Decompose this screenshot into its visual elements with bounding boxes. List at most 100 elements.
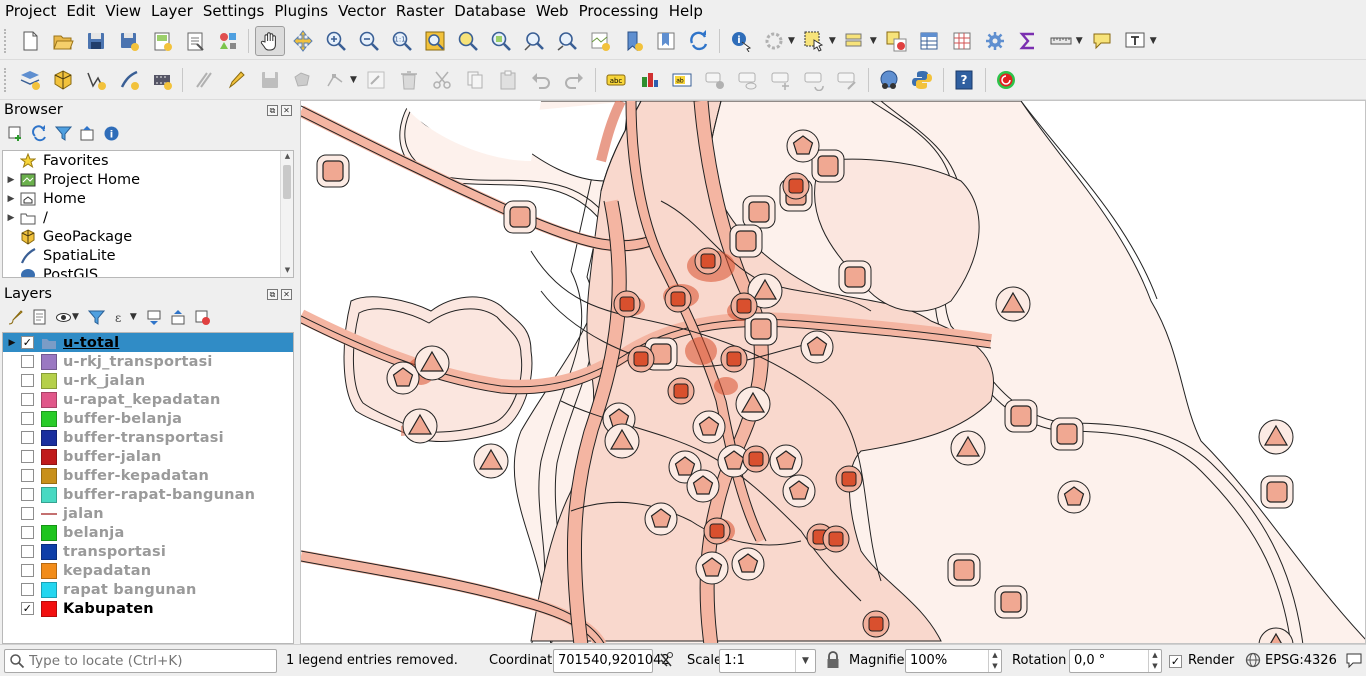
properties-info-icon[interactable]: i bbox=[102, 124, 120, 142]
zoom-full-icon[interactable] bbox=[420, 26, 450, 56]
dropdown-arrow[interactable]: ▼ bbox=[829, 36, 836, 46]
zoom-to-selection-icon[interactable] bbox=[453, 26, 483, 56]
dropdown-arrow[interactable]: ▼ bbox=[1076, 36, 1083, 46]
layout-manager-icon[interactable] bbox=[180, 26, 210, 56]
pan-hand-icon[interactable] bbox=[254, 25, 285, 56]
data-source-manager-icon[interactable] bbox=[15, 65, 45, 95]
dropdown-arrow[interactable]: ▼ bbox=[1150, 36, 1157, 46]
layer-row-belanja[interactable]: belanja bbox=[3, 523, 293, 542]
save-edits-icon[interactable] bbox=[255, 65, 285, 95]
new-spatialite-layer-icon[interactable] bbox=[114, 65, 144, 95]
browser-item-spatialite[interactable]: SpatiaLite bbox=[3, 246, 293, 265]
layer-visibility-checkbox[interactable] bbox=[21, 412, 34, 425]
menu-layer[interactable]: Layer bbox=[146, 0, 198, 22]
layer-visibility-checkbox[interactable] bbox=[21, 583, 34, 596]
menu-edit[interactable]: Edit bbox=[61, 0, 100, 22]
move-label-icon[interactable] bbox=[766, 65, 796, 95]
browser-item-home[interactable]: ▶ Home bbox=[3, 189, 293, 208]
rotation-spinbox[interactable]: 0,0 ° ▲ ▼ bbox=[1069, 649, 1162, 673]
layer-visibility-checkbox[interactable] bbox=[21, 564, 34, 577]
toolbar-grip[interactable] bbox=[4, 28, 8, 53]
layer-row-u-rkj-transportasi[interactable]: u-rkj_transportasi bbox=[3, 352, 293, 371]
layer-row-buffer-jalan[interactable]: buffer-jalan bbox=[3, 447, 293, 466]
add-group-icon[interactable] bbox=[30, 308, 48, 326]
redo-icon[interactable] bbox=[559, 65, 589, 95]
layer-visibility-checkbox[interactable] bbox=[21, 545, 34, 558]
zoom-native-icon[interactable]: 1:1 bbox=[387, 26, 417, 56]
menu-help[interactable]: Help bbox=[664, 0, 708, 22]
menu-raster[interactable]: Raster bbox=[391, 0, 449, 22]
toggle-editing-pencil-icon[interactable] bbox=[222, 65, 252, 95]
plugin-spiral-icon[interactable] bbox=[991, 65, 1021, 95]
current-edits-icon[interactable] bbox=[189, 65, 219, 95]
layer-visibility-checkbox[interactable] bbox=[21, 393, 34, 406]
layer-styling-paintbrush-icon[interactable] bbox=[6, 308, 24, 326]
layer-row-buffer-kepadatan[interactable]: buffer-kepadatan bbox=[3, 466, 293, 485]
new-virtual-layer-icon[interactable] bbox=[147, 65, 177, 95]
layer-visibility-checkbox[interactable] bbox=[21, 374, 34, 387]
spin-arrows-icon[interactable]: ▲ ▼ bbox=[1148, 650, 1161, 672]
expand-all-icon[interactable] bbox=[146, 308, 164, 326]
highlight-pinned-labels-icon[interactable]: ab bbox=[667, 65, 697, 95]
menu-project[interactable]: Project bbox=[0, 0, 61, 22]
collapse-all-icon[interactable] bbox=[170, 308, 188, 326]
close-panel-icon[interactable]: ✕ bbox=[281, 288, 292, 300]
cut-scissors-icon[interactable] bbox=[427, 65, 457, 95]
magnifier-spinbox[interactable]: 100% ▲ ▼ bbox=[905, 649, 1002, 673]
show-hide-labels-icon[interactable] bbox=[733, 65, 763, 95]
help-icon[interactable]: ? bbox=[949, 65, 979, 95]
zoom-next-icon[interactable] bbox=[552, 26, 582, 56]
open-project-icon[interactable] bbox=[48, 26, 78, 56]
layer-visibility-checkbox[interactable]: ✓ bbox=[21, 336, 34, 349]
zoom-out-icon[interactable] bbox=[354, 26, 384, 56]
layer-visibility-checkbox[interactable] bbox=[21, 355, 34, 368]
expand-arrow-icon[interactable]: ▶ bbox=[3, 175, 19, 185]
toolbox-gear-icon[interactable] bbox=[980, 26, 1010, 56]
change-label-icon[interactable] bbox=[832, 65, 862, 95]
dropdown-arrow[interactable]: ▼ bbox=[350, 75, 357, 85]
undo-icon[interactable] bbox=[526, 65, 556, 95]
coordinate-field[interactable]: 701540,9201042 bbox=[553, 649, 670, 673]
layer-visibility-checkbox[interactable]: ✓ bbox=[21, 602, 34, 615]
measure-ruler-icon[interactable] bbox=[1046, 26, 1076, 56]
menu-view[interactable]: View bbox=[100, 0, 146, 22]
save-project-icon[interactable] bbox=[81, 26, 111, 56]
toolbar-grip[interactable] bbox=[4, 68, 8, 92]
manage-map-themes-eye-icon[interactable] bbox=[54, 308, 72, 326]
layer-row-jalan[interactable]: jalan bbox=[3, 504, 293, 523]
map-canvas[interactable] bbox=[300, 100, 1366, 644]
browser-item-project-home[interactable]: ▶ Project Home bbox=[3, 170, 293, 189]
menu-plugins[interactable]: Plugins bbox=[269, 0, 333, 22]
filter-by-expression-icon[interactable]: ε bbox=[112, 308, 130, 326]
browser-item-geopackage[interactable]: GeoPackage bbox=[3, 227, 293, 246]
float-panel-icon[interactable]: ⧉ bbox=[267, 104, 278, 116]
layer-visibility-checkbox[interactable] bbox=[21, 431, 34, 444]
text-annotation-icon[interactable] bbox=[1120, 26, 1150, 56]
layer-visibility-checkbox[interactable] bbox=[21, 450, 34, 463]
layer-diagram-options-icon[interactable] bbox=[634, 65, 664, 95]
new-print-layout-icon[interactable] bbox=[147, 26, 177, 56]
osm-downloader-icon[interactable] bbox=[874, 65, 904, 95]
layer-row-u-rk-jalan[interactable]: u-rk_jalan bbox=[3, 371, 293, 390]
messages-bubble-icon[interactable] bbox=[1345, 651, 1363, 673]
new-map-view-icon[interactable] bbox=[585, 26, 615, 56]
scale-combobox[interactable]: 1:1 ▼ bbox=[719, 649, 816, 673]
menu-database[interactable]: Database bbox=[449, 0, 531, 22]
add-feature-icon[interactable] bbox=[288, 65, 318, 95]
filter-funnel-icon[interactable] bbox=[54, 124, 72, 142]
deselect-features-icon[interactable] bbox=[881, 26, 911, 56]
expand-arrow-icon[interactable]: ▶ bbox=[3, 338, 21, 348]
layer-row-rapat-bangunan[interactable]: rapat bangunan bbox=[3, 580, 293, 599]
toggle-extents-icon[interactable] bbox=[658, 651, 674, 673]
label-toolbar-abc-icon[interactable]: abc bbox=[601, 65, 631, 95]
remove-layer-icon[interactable] bbox=[194, 308, 212, 326]
rotate-label-icon[interactable] bbox=[799, 65, 829, 95]
collapse-all-icon[interactable] bbox=[78, 124, 96, 142]
layer-row-u-rapat-kepadatan[interactable]: u-rapat_kepadatan bbox=[3, 390, 293, 409]
menu-settings[interactable]: Settings bbox=[198, 0, 270, 22]
expand-arrow-icon[interactable]: ▶ bbox=[3, 194, 19, 204]
new-shapefile-layer-icon[interactable] bbox=[81, 65, 111, 95]
render-checkbox[interactable]: ✓ bbox=[1169, 654, 1182, 669]
browser-scrollbar[interactable]: ▲ ▼ bbox=[280, 151, 293, 277]
layer-row-buffer-rapat-bangunan[interactable]: buffer-rapat-bangunan bbox=[3, 485, 293, 504]
